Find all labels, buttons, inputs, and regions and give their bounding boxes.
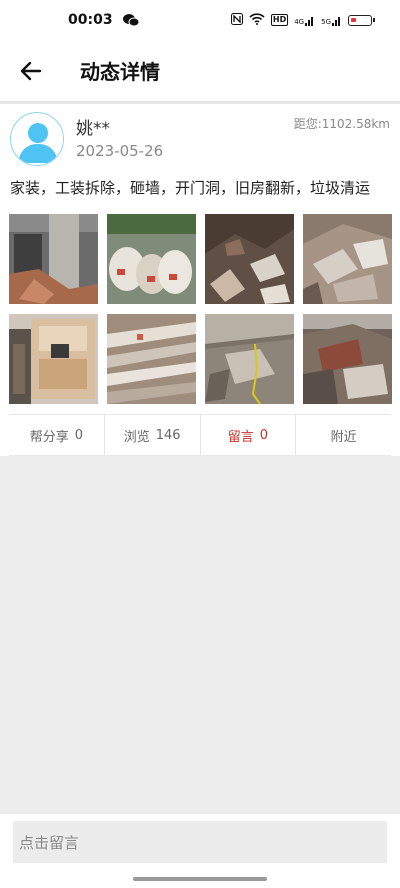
home-indicator[interactable]: [133, 877, 267, 881]
post-description: 家装，工装拆除，砸墙，开门洞，旧房翻新，垃圾清运: [10, 179, 371, 197]
share-count: 0: [74, 427, 84, 443]
battery-icon: [348, 14, 375, 26]
distance-label: 距您:1102.58km: [293, 117, 390, 131]
wifi-icon: [249, 12, 265, 28]
signal-icon: 5G: [321, 15, 342, 26]
share-button[interactable]: 帮分享 0: [9, 415, 105, 455]
comments-count: 0: [259, 427, 269, 443]
hd-icon: HD: [270, 14, 289, 26]
share-label: 帮分享: [29, 429, 69, 445]
wechat-icon: [122, 13, 140, 27]
back-arrow-icon: [20, 61, 42, 80]
cabinet-room-photo[interactable]: [9, 314, 98, 404]
nearby-label: 附近: [330, 429, 357, 445]
page-title: 动态详情: [80, 60, 160, 84]
views-stat[interactable]: 浏览 146: [105, 415, 201, 455]
debris-pile-photo[interactable]: [303, 214, 392, 304]
user-avatar-icon: [12, 114, 63, 165]
username[interactable]: 姚**: [76, 114, 110, 139]
signal-label: 4G: [294, 17, 305, 26]
status-bar: 00:03 HD 4G 5G: [0, 0, 400, 40]
nearby-tab[interactable]: 附近: [296, 415, 391, 455]
views-label: 浏览: [123, 429, 150, 445]
comments-tab[interactable]: 留言 0: [201, 415, 297, 455]
avatar[interactable]: [10, 112, 64, 166]
rubble-bags-photo[interactable]: [107, 214, 196, 304]
broken-tiles-photo[interactable]: [205, 214, 294, 304]
mixed-debris-photo[interactable]: [303, 314, 392, 404]
stats-bar: 帮分享 0 浏览 146 留言 0 附近: [9, 414, 391, 456]
wood-planks-photo[interactable]: [107, 314, 196, 404]
status-time: 00:03: [68, 12, 113, 28]
post-date: 2023-05-26: [76, 142, 164, 160]
post-card: 姚** 距您:1102.58km 2023-05-26 家装，工装拆除，砸墙，开…: [0, 104, 400, 456]
views-count: 146: [155, 427, 181, 443]
photo-grid: [9, 214, 392, 404]
debris-doorway-photo[interactable]: [9, 214, 98, 304]
back-button[interactable]: [0, 40, 62, 102]
nfc-icon: [230, 12, 243, 28]
rubble-floor-photo[interactable]: [205, 314, 294, 404]
signal-icon: 4G: [294, 15, 315, 26]
comments-label: 留言: [227, 429, 254, 445]
page-header: 动态详情: [0, 40, 400, 102]
signal-label: 5G: [321, 17, 331, 26]
comment-bar: 点击留言: [0, 814, 400, 888]
comment-input[interactable]: 点击留言: [13, 821, 387, 863]
